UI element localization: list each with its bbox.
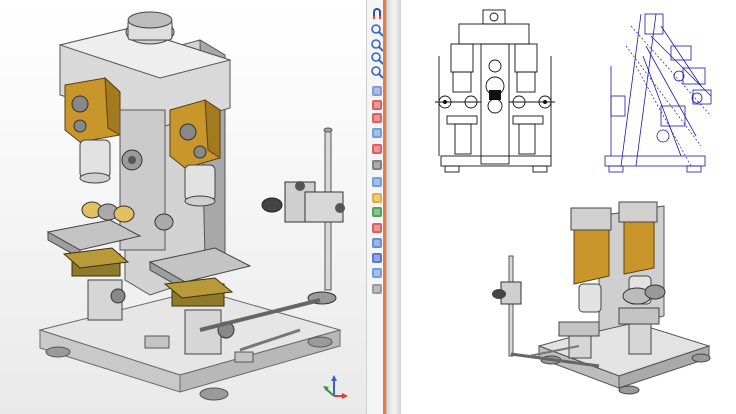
view-triad (323, 375, 348, 399)
micromanipulator-shaded-model (38, 11, 345, 401)
scene-icon[interactable] (370, 205, 384, 219)
magnet-icon[interactable] (370, 6, 384, 20)
zoom-out-icon[interactable] (370, 38, 384, 52)
walkthrough-icon[interactable] (370, 251, 384, 265)
display-style-icon[interactable] (370, 175, 384, 189)
drawing-sheet[interactable] (401, 0, 736, 414)
lighting-icon[interactable] (370, 282, 384, 296)
isometric-shaded-view[interactable] (489, 196, 729, 401)
hide-show-icon[interactable] (370, 236, 384, 250)
view-front-icon[interactable] (370, 84, 384, 98)
zoom-fit-icon[interactable] (370, 65, 384, 79)
front-view-drawing[interactable] (431, 6, 561, 186)
checkmark-icon[interactable] (370, 111, 384, 125)
render-icon[interactable] (370, 221, 384, 235)
appearance-icon[interactable] (370, 191, 384, 205)
zoom-window-icon[interactable] (370, 51, 384, 65)
view-orient-icon[interactable] (370, 158, 384, 172)
camera-icon[interactable] (370, 266, 384, 280)
shaded-icon[interactable] (370, 126, 384, 140)
section-view-icon[interactable] (370, 98, 384, 112)
3d-model-viewport[interactable] (0, 0, 366, 414)
side-view-drawing[interactable] (601, 6, 721, 186)
pane-splitter[interactable] (386, 0, 402, 414)
measure-icon[interactable] (370, 142, 384, 156)
zoom-in-icon[interactable] (370, 23, 384, 37)
